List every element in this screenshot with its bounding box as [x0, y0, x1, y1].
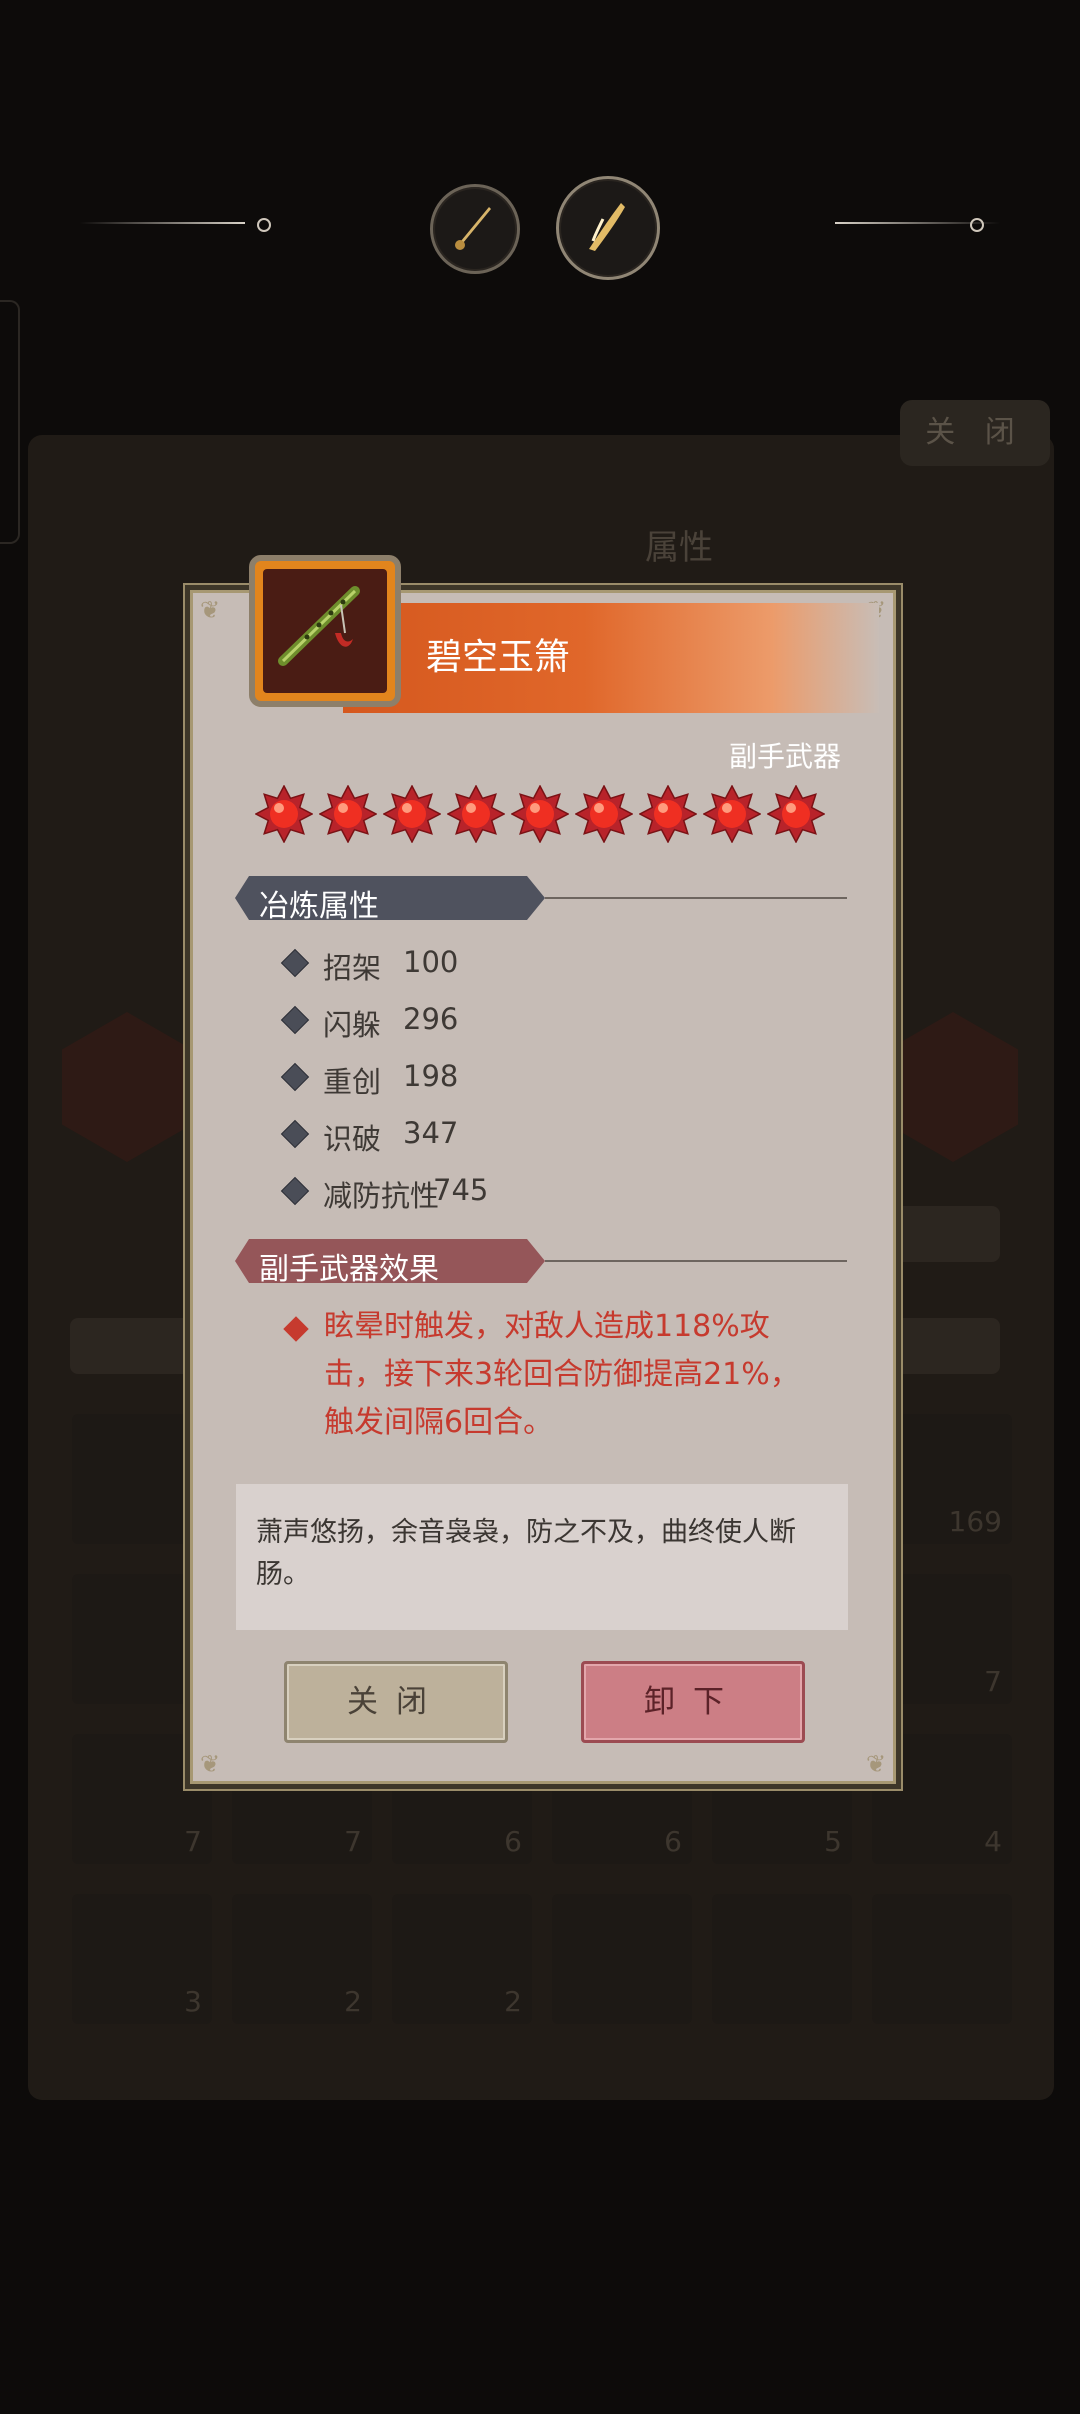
inventory-count: 6 [504, 1825, 522, 1858]
star-icon [383, 785, 441, 843]
effect-line: 击，接下来3轮回合防御提高21%， [324, 1357, 800, 1392]
background-tab [880, 1318, 1000, 1374]
decor-line-right [835, 218, 1000, 232]
refine-section-tag: 冶炼属性 [235, 876, 545, 920]
attribute-value: 198 [403, 1059, 459, 1093]
attribute-name: 识破 [323, 1122, 382, 1156]
inventory-count: 7 [984, 1665, 1002, 1698]
corner-ornament-icon: ❦ [865, 1750, 887, 1778]
attribute-name: 招架 [323, 951, 382, 985]
close-button[interactable]: 关闭 [284, 1661, 508, 1743]
attribute-value: 347 [403, 1116, 459, 1150]
red-diamond-bullet-icon [283, 1316, 309, 1342]
star-icon [255, 785, 313, 843]
diamond-bullet-icon [280, 1176, 310, 1206]
item-stars [255, 785, 835, 845]
item-name: 碧空玉箫 [426, 637, 571, 678]
star-icon [703, 785, 761, 843]
attribute-value: 100 [403, 945, 459, 979]
inventory-cell: 2 [392, 1894, 532, 2024]
inventory-count: 4 [984, 1825, 1002, 1858]
star-icon [511, 785, 569, 843]
inventory-count: 169 [948, 1505, 1002, 1538]
item-header-band [343, 603, 879, 713]
section-divider [545, 1260, 847, 1262]
inventory-cell [552, 1894, 692, 2024]
inventory-count: 7 [344, 1825, 362, 1858]
background-tab [880, 1206, 1000, 1262]
inventory-cell [712, 1894, 852, 2024]
offhand-weapon-slot-icon[interactable] [556, 176, 660, 280]
star-icon [767, 785, 825, 843]
attribute-value: 745 [433, 1173, 489, 1207]
decor-line-left [80, 218, 271, 232]
inventory-count: 2 [504, 1985, 522, 2018]
diamond-bullet-icon [280, 1005, 310, 1035]
inventory-count: 6 [664, 1825, 682, 1858]
side-tab [0, 300, 20, 544]
inventory-count: 5 [824, 1825, 842, 1858]
main-weapon-slot-icon[interactable] [430, 184, 520, 274]
item-icon [249, 555, 401, 707]
star-icon [575, 785, 633, 843]
inventory-cell: 3 [72, 1894, 212, 2024]
jade-flute-icon [278, 586, 360, 666]
star-icon [319, 785, 377, 843]
corner-ornament-icon: ❦ [199, 1750, 221, 1778]
attribute-name: 重创 [323, 1065, 382, 1099]
diamond-bullet-icon [280, 1062, 310, 1092]
attribute-name: 闪躲 [323, 1008, 382, 1042]
background-attr-tab: 属性 [645, 528, 713, 568]
unequip-button[interactable]: 卸下 [581, 1661, 805, 1743]
corner-ornament-icon: ❦ [199, 596, 221, 624]
inventory-cell [872, 1894, 1012, 2024]
effect-line: 眩晕时触发，对敌人造成118%攻 [324, 1309, 770, 1344]
refine-section-header: 冶炼属性 [235, 876, 847, 920]
item-type: 副手武器 [728, 740, 841, 773]
effect-line: 触发间隔6回合。 [324, 1405, 554, 1440]
star-icon [639, 785, 697, 843]
flavor-text: 萧声悠扬，余音袅袅，防之不及，曲终使人断肠。 [256, 1517, 796, 1590]
item-detail-dialog: ❦ ❦ ❦ ❦ 碧空玉箫 副手武器 冶炼属性 招架 100 [190, 555, 896, 1784]
inventory-count: 2 [344, 1985, 362, 2018]
star-icon [447, 785, 505, 843]
inventory-count: 7 [184, 1825, 202, 1858]
attribute-name: 减防抗性 [323, 1179, 440, 1213]
effect-section-header: 副手武器效果 [235, 1239, 847, 1283]
inventory-count: 3 [184, 1985, 202, 2018]
flavor-text-box: 萧声悠扬，余音袅袅，防之不及，曲终使人断肠。 [236, 1484, 848, 1630]
inventory-cell: 2 [232, 1894, 372, 2024]
effect-section-title: 副手武器效果 [259, 1252, 439, 1287]
effect-description: 眩晕时触发，对敌人造成118%攻 击，接下来3轮回合防御提高21%， 触发间隔6… [324, 1303, 804, 1447]
background-close-button: 关 闭 [900, 400, 1050, 466]
diamond-bullet-icon [280, 1119, 310, 1149]
diamond-bullet-icon [280, 948, 310, 978]
effect-section-tag: 副手武器效果 [235, 1239, 545, 1283]
attribute-value: 296 [403, 1002, 459, 1036]
refine-section-title: 冶炼属性 [259, 889, 379, 924]
section-divider [545, 897, 847, 899]
